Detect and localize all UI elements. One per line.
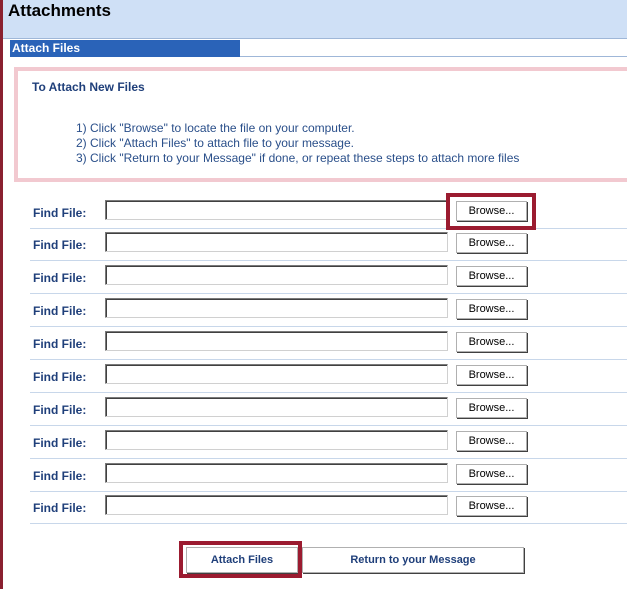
file-path-input[interactable]: [105, 265, 448, 285]
row-divider: [30, 260, 627, 261]
file-row-10: Find File: Browse...: [30, 492, 627, 524]
browse-button[interactable]: Browse...: [456, 398, 527, 418]
find-file-label: Find File:: [33, 271, 87, 285]
instruction-step-3: 3) Click "Return to your Message" if don…: [76, 151, 520, 165]
file-path-input[interactable]: [105, 397, 448, 417]
browse-button[interactable]: Browse...: [456, 233, 527, 253]
file-path-input[interactable]: [105, 364, 448, 384]
file-row-5: Find File: Browse...: [30, 328, 627, 360]
file-row-6: Find File: Browse...: [30, 361, 627, 393]
row-divider: [30, 458, 627, 459]
instructions-heading: To Attach New Files: [32, 80, 145, 94]
row-divider: [30, 359, 627, 360]
find-file-label: Find File:: [33, 238, 87, 252]
find-file-label: Find File:: [33, 436, 87, 450]
find-file-label: Find File:: [33, 337, 87, 351]
find-file-label: Find File:: [33, 370, 87, 384]
file-path-input[interactable]: [105, 463, 448, 483]
row-divider: [30, 523, 627, 524]
file-row-4: Find File: Browse...: [30, 295, 627, 327]
instruction-step-2: 2) Click "Attach Files" to attach file t…: [76, 136, 354, 150]
row-divider: [30, 326, 627, 327]
return-to-message-button[interactable]: Return to your Message: [302, 547, 524, 573]
tab-divider: [240, 56, 627, 57]
file-row-7: Find File: Browse...: [30, 394, 627, 426]
file-path-input[interactable]: [105, 430, 448, 450]
file-path-input[interactable]: [105, 331, 448, 351]
browse-button[interactable]: Browse...: [456, 431, 527, 451]
browse-button[interactable]: Browse...: [456, 332, 527, 352]
find-file-label: Find File:: [33, 403, 87, 417]
instruction-step-1: 1) Click "Browse" to locate the file on …: [76, 121, 355, 135]
find-file-label: Find File:: [33, 304, 87, 318]
browse-button[interactable]: Browse...: [456, 299, 527, 319]
instructions-box: To Attach New Files 1) Click "Browse" to…: [14, 67, 627, 182]
browse-button[interactable]: Browse...: [456, 266, 527, 286]
file-row-9: Find File: Browse...: [30, 460, 627, 492]
browse-button[interactable]: Browse...: [456, 496, 527, 516]
page-title: Attachments: [8, 1, 111, 20]
browse-button[interactable]: Browse...: [456, 464, 527, 484]
row-divider: [30, 293, 627, 294]
file-path-input[interactable]: [105, 495, 448, 515]
tab-attach-files[interactable]: Attach Files: [10, 40, 240, 57]
page-header: Attachments: [3, 0, 627, 39]
file-row-1: Find File: Browse...: [30, 197, 627, 229]
file-path-input[interactable]: [105, 232, 448, 252]
find-file-label: Find File:: [33, 206, 87, 220]
file-row-8: Find File: Browse...: [30, 427, 627, 459]
browse-button[interactable]: Browse...: [456, 201, 527, 221]
file-path-input[interactable]: [105, 298, 448, 318]
file-row-3: Find File: Browse...: [30, 262, 627, 294]
row-divider: [30, 392, 627, 393]
find-file-label: Find File:: [33, 469, 87, 483]
attach-files-button[interactable]: Attach Files: [186, 547, 298, 573]
browse-button[interactable]: Browse...: [456, 365, 527, 385]
row-divider: [30, 425, 627, 426]
find-file-label: Find File:: [33, 501, 87, 515]
file-row-2: Find File: Browse...: [30, 229, 627, 261]
file-path-input[interactable]: [105, 200, 448, 220]
